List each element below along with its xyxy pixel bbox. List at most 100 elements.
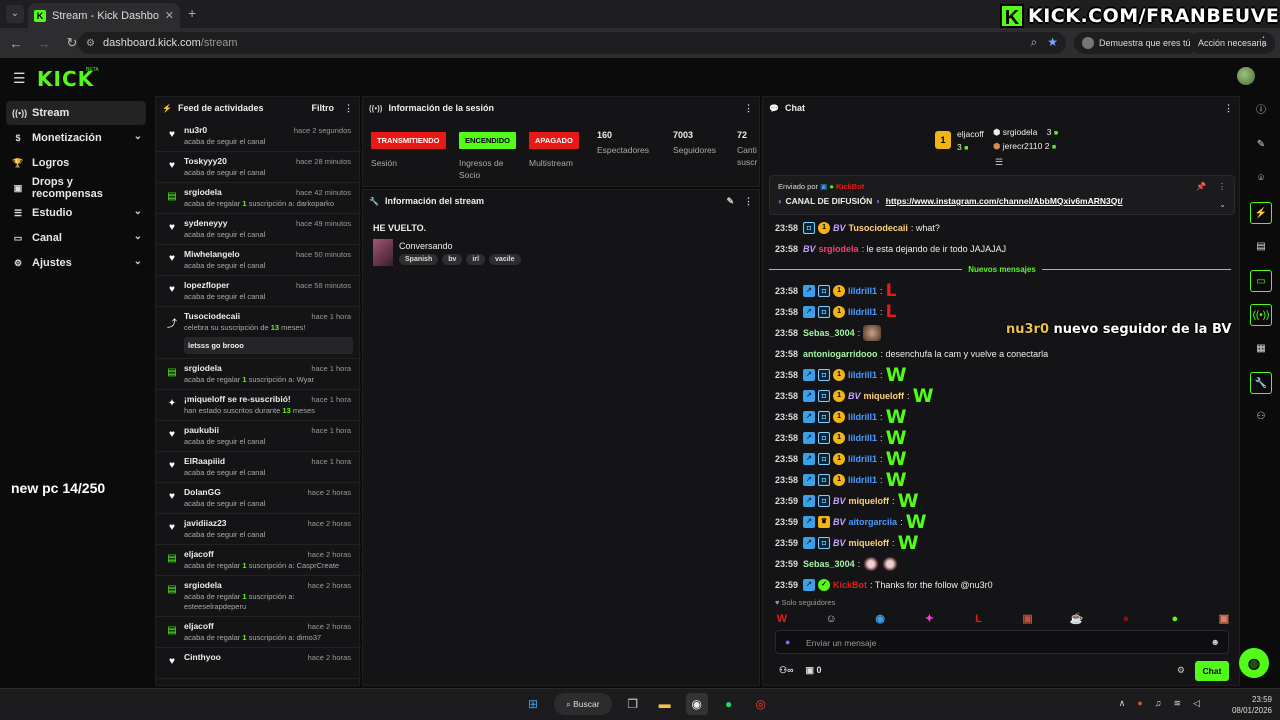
windows-start-icon[interactable]: ⊞ <box>522 693 544 715</box>
wifi-icon[interactable]: ≋ <box>1174 698 1182 709</box>
chat-message[interactable]: 23:59 ↗ ♛ BV aitorgarciia: W <box>763 511 1241 533</box>
chat-message-input[interactable]: ● Enviar un mensaje ☻ <box>775 630 1229 654</box>
mic-icon[interactable]: ● <box>785 637 790 647</box>
feed-item[interactable]: ♥ paukubii hace 1 hora acaba de seguir el c… <box>156 421 361 452</box>
tray-app-icon[interactable]: ● <box>1137 698 1142 709</box>
feed-menu-icon[interactable]: ⋮ <box>344 103 353 114</box>
feed-item[interactable]: ♥ ElRaapiiid hace 1 hora acaba de seguir el… <box>156 452 361 483</box>
chat-toggle-icon[interactable]: ▭ <box>1250 270 1272 292</box>
chat-username[interactable]: KickBot <box>833 580 867 590</box>
taskbar-search[interactable]: ⌕ Buscar <box>554 693 612 715</box>
chat-message[interactable]: 23:58 ↗ ◘ 1 lildrill1: W <box>763 427 1241 449</box>
chat-message[interactable]: 23:58 ↗ ◘ 1 lildrill1: L <box>763 280 1241 301</box>
obs-icon[interactable]: ◉ <box>685 693 708 715</box>
leaderboard-toggle-icon[interactable]: ☰ <box>995 157 1003 168</box>
chat-message[interactable]: 23:58 ◘ 1 BV Tusociodecaii: what? <box>763 217 1241 238</box>
user-avatar[interactable] <box>1237 67 1255 85</box>
tab-close-icon[interactable]: ✕ <box>165 9 174 22</box>
feed-item[interactable]: ✦ ¡miqueloff se re-suscribió! hace 1 hora h… <box>156 390 361 421</box>
chat-username[interactable]: miqueloff <box>849 496 890 506</box>
emote-globe-icon[interactable]: ◉ <box>873 612 887 626</box>
sidebar-item-drops-y-recompensas[interactable]: ▣ Drops y recompensas <box>6 176 146 200</box>
file-explorer-icon[interactable]: ▬ <box>654 693 676 715</box>
emote-cup-icon[interactable]: ☕ <box>1070 612 1084 626</box>
emote-photo-icon[interactable]: ▣ <box>1217 612 1231 626</box>
emoji-icon[interactable]: ☻ <box>1211 637 1220 647</box>
emote-image-icon[interactable]: ▣ <box>1021 612 1035 626</box>
chevron-down-icon[interactable]: ⌄ <box>134 231 142 242</box>
emote-l-icon[interactable]: L <box>971 612 985 626</box>
emote-face-icon[interactable]: ☺ <box>824 612 838 626</box>
chat-username[interactable]: miqueloff <box>849 538 890 548</box>
chat-message[interactable]: 23:58 ↗ ◘ 1 lildrill1: W <box>763 448 1241 470</box>
feed-item[interactable]: ▤ srgiodela hace 42 minutos acaba de regala… <box>156 183 361 214</box>
tools-wrench-icon[interactable]: 🔧 <box>1250 372 1272 394</box>
volume-icon[interactable]: ◁ <box>1193 698 1200 709</box>
chat-message[interactable]: 23:58 ↗ ◘ 1 BV miqueloff: W <box>763 385 1241 407</box>
feed-list[interactable]: ♥ nu3r0 hace 2 segundos acaba de seguir el … <box>156 121 361 683</box>
stream-tag[interactable]: bv <box>442 254 463 265</box>
channel-points[interactable]: ▣ 0 <box>805 665 821 676</box>
chrome-icon[interactable]: ◎ <box>750 693 772 715</box>
zoom-icon[interactable]: ⌕ <box>1031 35 1038 50</box>
emote-pink-icon[interactable]: ✦ <box>922 612 936 626</box>
chat-messages[interactable]: 23:58 ◘ 1 BV Tusociodecaii: what? 23:58 BV srgi… <box>763 217 1241 593</box>
chat-username[interactable]: lildrill1 <box>848 370 877 380</box>
session-menu-icon[interactable]: ⋮ <box>744 103 753 114</box>
leaderboard-third[interactable]: ⬢ jerecr2110 2 ■ <box>993 141 1056 152</box>
chat-username[interactable]: aitorgarciia <box>849 517 898 527</box>
feed-filter-button[interactable]: Filtro <box>312 103 335 113</box>
back-icon[interactable]: ← <box>4 36 28 51</box>
chat-username[interactable]: Tusociodecaii <box>849 223 908 233</box>
tab-search-button[interactable]: ⌄ <box>6 5 24 23</box>
info-icon[interactable]: ⓘ <box>1250 100 1272 122</box>
chat-message[interactable]: 23:58 antoniogarridooo: desenchufa la cam… <box>763 343 1241 364</box>
stream-info-menu-icon[interactable]: ⋮ <box>744 196 753 207</box>
new-tab-button[interactable]: + <box>188 5 196 21</box>
pin-icon[interactable]: 📌 <box>1196 182 1206 191</box>
spotify-icon[interactable]: ● <box>718 693 740 715</box>
activity-bolt-icon[interactable]: ⚡ <box>1250 202 1272 224</box>
feed-item[interactable]: ▤ srgiodela hace 1 hora acaba de regalar 1 … <box>156 359 361 390</box>
document-icon[interactable]: ▤ <box>1250 236 1272 258</box>
stream-tag[interactable]: Spanish <box>399 254 439 265</box>
chevron-down-icon[interactable]: ⌄ <box>134 131 142 142</box>
pinned-link[interactable]: https://www.instagram.com/channel/AbbMQx… <box>886 196 1123 206</box>
chat-menu-icon[interactable]: ⋮ <box>1224 103 1233 114</box>
chat-username[interactable]: antoniogarridooo <box>803 349 878 359</box>
chat-username[interactable]: lildrill1 <box>848 475 877 485</box>
pinned-menu-icon[interactable]: ⋮ <box>1218 182 1226 191</box>
chat-message[interactable]: 23:58 ↗ ◘ 1 lildrill1: L <box>763 301 1241 322</box>
pencil-icon[interactable]: ✎ <box>1250 134 1272 156</box>
chat-username[interactable]: lildrill1 <box>848 433 877 443</box>
help-chat-button[interactable]: ◍ <box>1239 648 1269 678</box>
url-bar[interactable]: ⚙ dashboard.kick.com/stream ⌕ ★ <box>78 32 1066 54</box>
feed-item[interactable]: ♥ sydeneyyy hace 49 minutos acaba de seguir… <box>156 214 361 245</box>
sidebar-item-canal[interactable]: ▭ Canal ⌄ <box>6 226 146 250</box>
browser-tab[interactable]: K Stream - Kick Dashboard ✕ <box>28 3 180 28</box>
queue-icon[interactable]: ▦ <box>1250 338 1272 360</box>
chat-message[interactable]: 23:58 BV srgiodela: le esta dejando de ir … <box>763 238 1241 259</box>
emote-w-icon[interactable]: W <box>775 612 789 626</box>
chat-message[interactable]: 23:59 ↗ ◘ BV miqueloff: W <box>763 532 1241 554</box>
emote-red-icon[interactable]: ● <box>1119 612 1133 626</box>
feed-item[interactable]: ♥ Miwhelangelo hace 50 minutos acaba de seg… <box>156 245 361 276</box>
chat-username[interactable]: Sebas_3004 <box>803 328 855 338</box>
feed-item[interactable]: ▤ eljacoff hace 2 horas acaba de regalar 1 … <box>156 545 361 576</box>
sidebar-item-estudio[interactable]: ☰ Estudio ⌄ <box>6 201 146 225</box>
chevron-down-icon[interactable]: ⌄ <box>1219 200 1226 209</box>
feed-item[interactable]: ♥ Cinthyoo hace 2 horas <box>156 648 361 679</box>
task-view-icon[interactable]: ❐ <box>622 693 644 715</box>
chat-username[interactable]: miqueloff <box>864 391 905 401</box>
chat-username[interactable]: srgiodela <box>819 244 859 254</box>
sidebar-item-monetizaci-n[interactable]: $ Monetización ⌄ <box>6 126 146 150</box>
chat-username[interactable]: Sebas_3004 <box>803 559 855 569</box>
chat-username[interactable]: lildrill1 <box>848 307 877 317</box>
chat-message[interactable]: 23:58 ↗ ◘ 1 lildrill1: W <box>763 469 1241 491</box>
chat-message[interactable]: 23:58 ↗ ◘ 1 lildrill1: W <box>763 364 1241 386</box>
browser-menu-icon[interactable]: ⋮ <box>1257 34 1270 50</box>
sidebar-item-ajustes[interactable]: ⚙ Ajustes ⌄ <box>6 251 146 275</box>
tray-headset-icon[interactable]: ♫ <box>1155 698 1162 709</box>
chat-username[interactable]: lildrill1 <box>848 412 877 422</box>
feed-item[interactable]: ♥ nu3r0 hace 2 segundos acaba de seguir el … <box>156 121 361 152</box>
